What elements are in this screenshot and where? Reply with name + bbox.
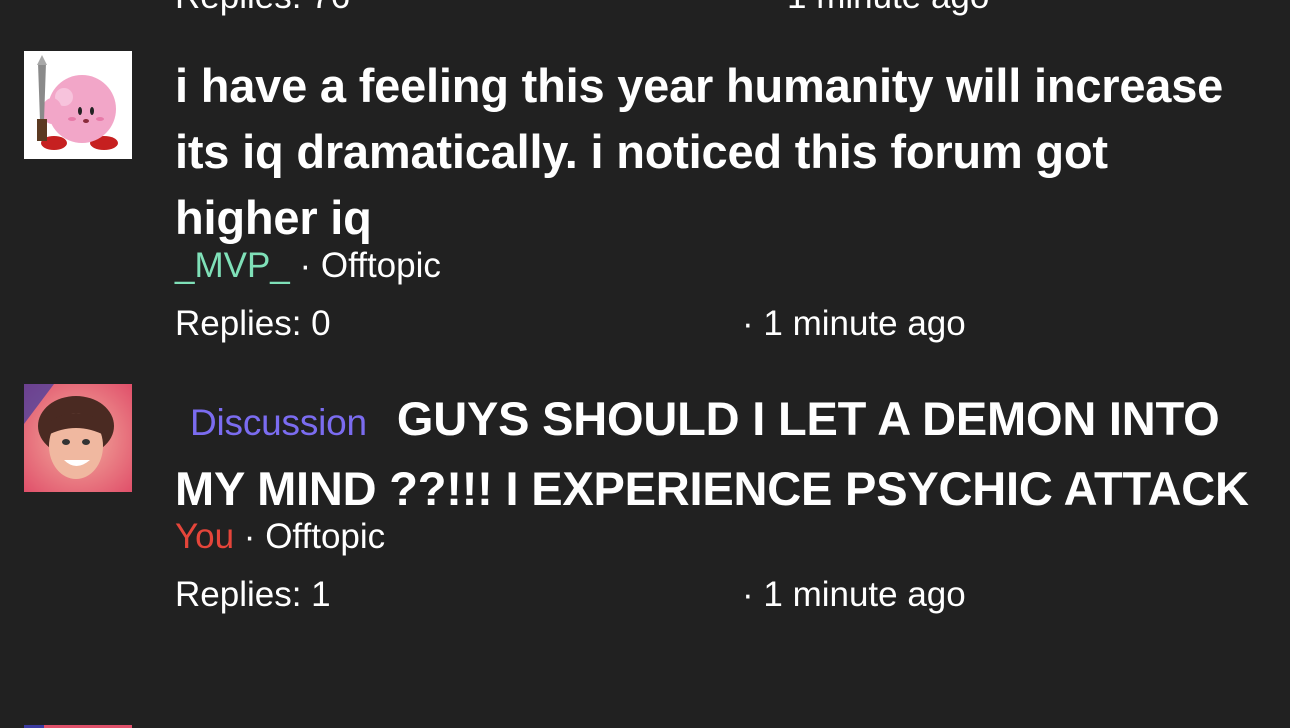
- post-feed: Replies: 76 1 minute ago: [0, 0, 1290, 728]
- post-meta: _MVP_ · Offtopic: [175, 245, 1260, 287]
- post-title[interactable]: i have a feeling this year humanity will…: [175, 53, 1260, 251]
- post-meta: You · Offtopic: [175, 516, 1260, 558]
- previous-post-time: 1 minute ago: [787, 0, 989, 18]
- username[interactable]: You: [175, 517, 234, 556]
- reply-count: Replies: 0: [175, 304, 331, 343]
- category-label[interactable]: Offtopic: [265, 517, 385, 556]
- previous-post-stats: Replies: 76 1 minute ago: [175, 0, 1075, 18]
- category-label[interactable]: Offtopic: [321, 246, 441, 285]
- kirby-with-knife-avatar[interactable]: [24, 51, 132, 159]
- face-photo-avatar[interactable]: [24, 384, 132, 492]
- post-stats: Replies: 1 · 1 minute ago: [175, 574, 1260, 616]
- post-title[interactable]: Discussion GUYS SHOULD I LET A DEMON INTO…: [175, 386, 1260, 522]
- username[interactable]: _MVP_: [175, 246, 290, 285]
- meta-separator: ·: [243, 517, 256, 556]
- next-post-avatar[interactable]: [24, 720, 132, 728]
- previous-post-replies: Replies: 76: [175, 0, 350, 16]
- meta-separator: ·: [299, 246, 312, 285]
- post-time: · 1 minute ago: [742, 575, 966, 614]
- post-stats: Replies: 0 · 1 minute ago: [175, 303, 1260, 345]
- tag-badge-discussion[interactable]: Discussion: [190, 402, 367, 443]
- reply-count: Replies: 1: [175, 575, 331, 614]
- post-time: · 1 minute ago: [742, 304, 966, 343]
